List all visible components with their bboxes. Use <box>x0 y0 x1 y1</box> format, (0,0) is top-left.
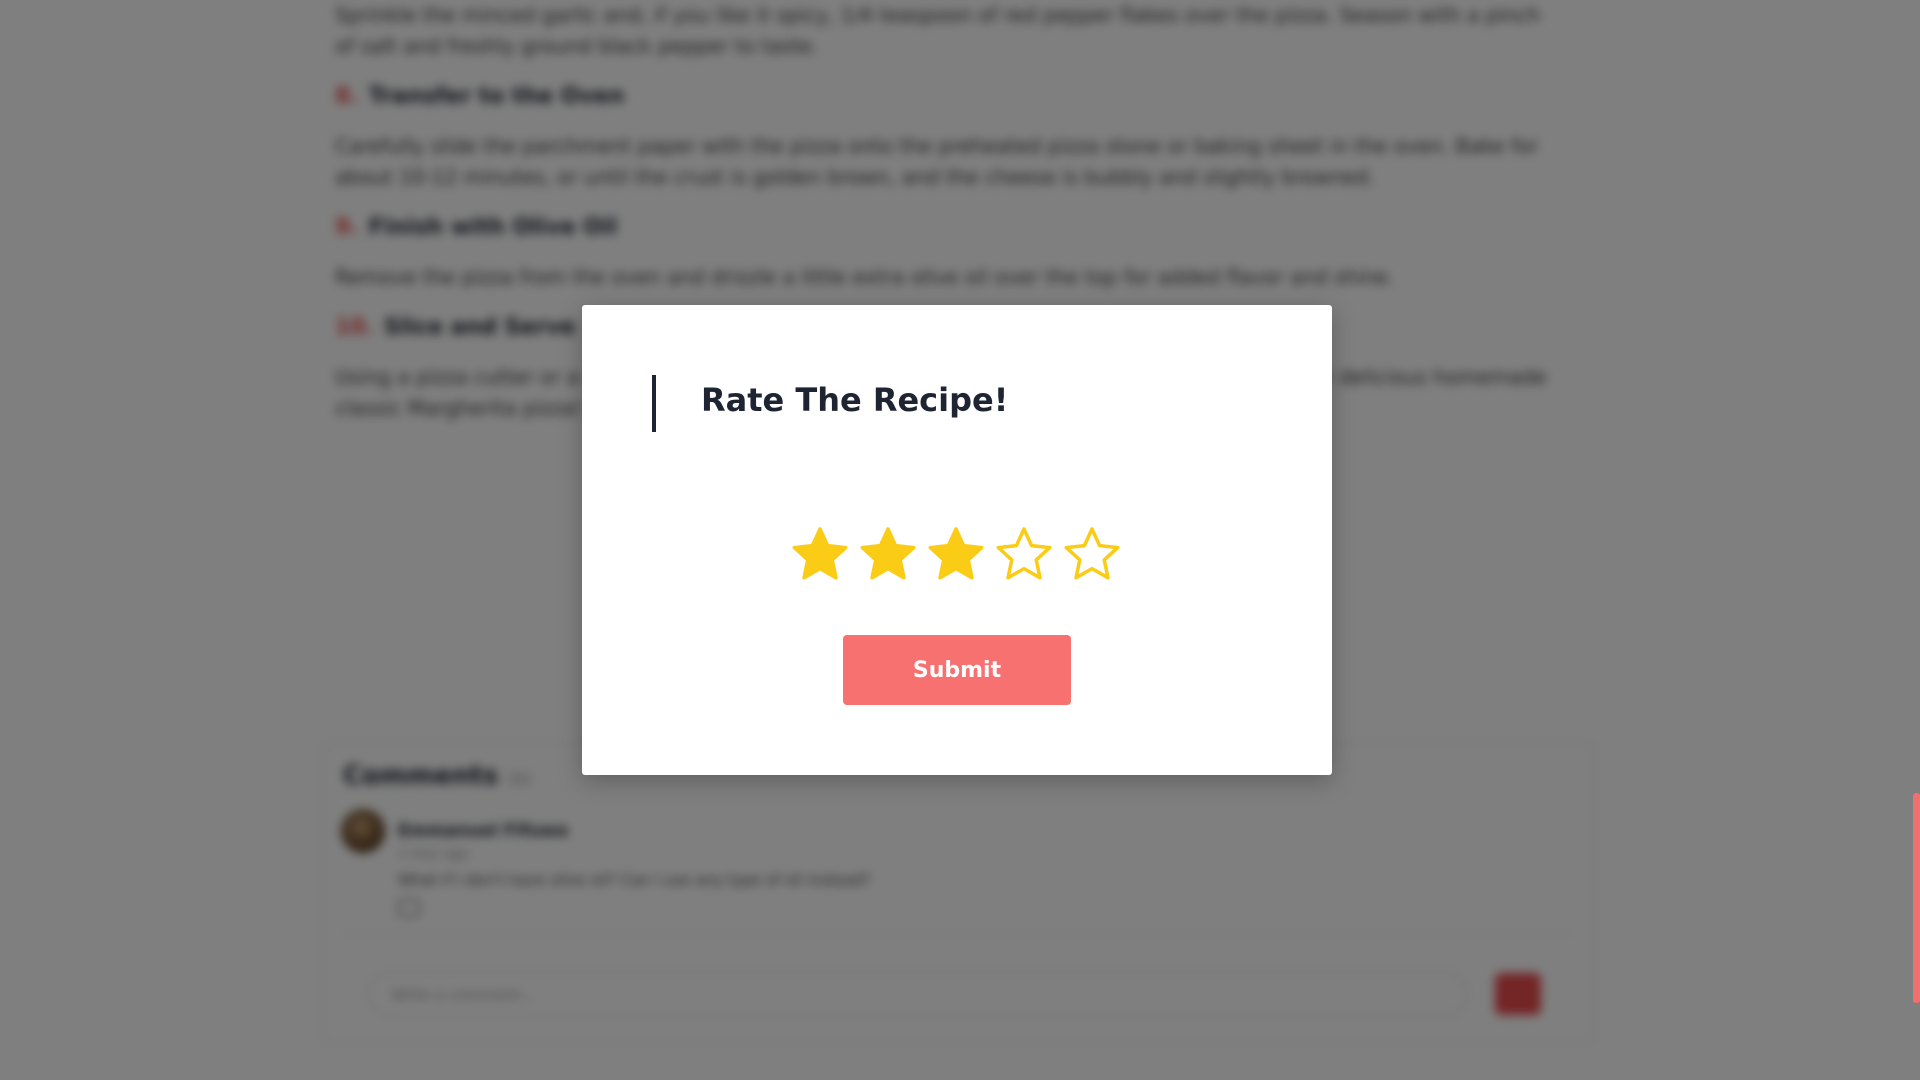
scrollbar-thumb[interactable] <box>1913 793 1920 1003</box>
star-empty-icon[interactable] <box>1063 525 1121 583</box>
rate-recipe-modal: Rate The Recipe! Submit <box>582 305 1332 775</box>
modal-title: Rate The Recipe! <box>701 381 1009 419</box>
star-filled-icon[interactable] <box>791 525 849 583</box>
star-rating <box>791 525 1131 583</box>
star-filled-icon[interactable] <box>927 525 985 583</box>
star-empty-icon[interactable] <box>995 525 1053 583</box>
submit-button[interactable]: Submit <box>843 635 1071 705</box>
star-filled-icon[interactable] <box>859 525 917 583</box>
title-accent-bar <box>652 375 656 432</box>
